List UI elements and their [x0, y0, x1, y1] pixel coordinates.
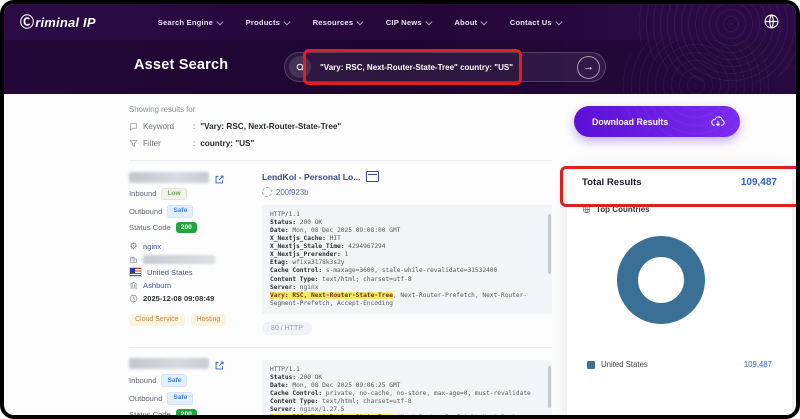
- clock-icon: [129, 294, 138, 303]
- city-bank-icon: [129, 281, 138, 290]
- showing-results-heading: Showing results for: [129, 105, 552, 114]
- outbound-badge: Safe: [167, 392, 193, 405]
- search-icon[interactable]: [289, 56, 311, 78]
- nav-item-cip-news[interactable]: CIP News: [386, 18, 431, 27]
- external-link-icon[interactable]: [214, 172, 225, 183]
- tag-hosting[interactable]: Hosting: [191, 314, 227, 326]
- favicon-hash-icon: [262, 187, 272, 197]
- outbound-label: Outbound: [129, 207, 162, 216]
- page-title: Asset Search: [134, 57, 228, 73]
- keyword-label: Keyword: [143, 122, 185, 131]
- nav-item-contact-us[interactable]: Contact Us: [510, 18, 561, 27]
- legend-item: United States 109,487: [582, 360, 777, 369]
- status-code-label: Status Code: [129, 223, 171, 232]
- result-1-summary: Inbound Low Outbound Safe Status Code 200 ⚙…: [129, 171, 262, 335]
- divider: [129, 347, 552, 348]
- inbound-badge: Safe: [161, 374, 187, 387]
- keyword-row: Keyword : "Vary: RSC, Next-Router-State-…: [129, 122, 552, 131]
- asset-search-bar[interactable]: "Vary: RSC, Next-Router-State-Tree" coun…: [284, 52, 606, 82]
- status-code-label: Status Code: [129, 410, 171, 419]
- top-countries-row: Top Countries: [582, 205, 777, 214]
- outbound-badge: Safe: [167, 205, 193, 218]
- http-banner-1: HTTP/1.1Status: 200 OKDate: Mon, 08 Dec …: [262, 205, 552, 314]
- criminal-ip-logo[interactable]: Ⓒ riminal IP: [20, 12, 96, 32]
- legend-country-value: 109,487: [744, 360, 772, 369]
- total-results-row: Total Results 109,487: [582, 177, 777, 188]
- legend-swatch: [587, 361, 595, 369]
- logo-text: riminal IP: [35, 15, 96, 30]
- top-countries-label: Top Countries: [596, 205, 650, 214]
- redacted-organization: [143, 255, 215, 264]
- filter-label: Filter: [143, 139, 185, 148]
- status-code-badge: 200: [176, 222, 197, 233]
- result-2-detail: HTTP/1.1Status: 200 OKDate: Mon, 08 Dec …: [262, 358, 552, 419]
- highlighted-vary-header: Vary: RSC, Next-Router-State-Tree: [270, 414, 393, 419]
- colon: :: [193, 122, 195, 131]
- nav-item-about[interactable]: About: [454, 18, 485, 27]
- country-name[interactable]: United States: [147, 268, 193, 277]
- server-name[interactable]: nginx: [143, 242, 161, 251]
- results-column: Showing results for Keyword : "Vary: RSC…: [129, 94, 552, 419]
- inbound-label: Inbound: [129, 376, 156, 385]
- logo-c-icon: Ⓒ: [20, 12, 34, 32]
- server-gear-icon: ⚙: [129, 242, 138, 251]
- inbound-badge: Low: [161, 188, 186, 201]
- highlighted-vary-header: Vary: RSC, Next-Router-State-Tree: [270, 292, 393, 299]
- nav-item-products[interactable]: Products: [246, 18, 289, 27]
- status-code-badge: 200: [176, 409, 197, 419]
- total-results-label: Total Results: [582, 177, 642, 188]
- total-results-card: Total Results 109,487 Top Countries Unit…: [567, 164, 792, 419]
- search-input[interactable]: "Vary: RSC, Next-Router-State-Tree" coun…: [320, 63, 577, 72]
- nav-menu: Search Engine Products Resources CIP News Ab…: [158, 18, 561, 27]
- asset-tags: Cloud Service Hosting: [129, 314, 262, 326]
- favicon-hash[interactable]: 200f923b: [276, 188, 309, 197]
- port-protocol-badge[interactable]: 80 / HTTP: [262, 322, 312, 335]
- chart-legend: United States 109,487: [582, 360, 777, 369]
- http-banner-2: HTTP/1.1Status: 200 OKDate: Mon, 08 Dec …: [262, 360, 552, 419]
- us-flag-icon: [129, 267, 142, 277]
- result-2-summary: InboundSafe OutboundSafe Status Code200 …: [129, 358, 262, 419]
- result-title-link[interactable]: LendKol - Personal Lo...: [262, 172, 360, 182]
- asset-search-header: Asset Search "Vary: RSC, Next-Router-Sta…: [4, 40, 796, 94]
- outbound-label: Outbound: [129, 394, 162, 403]
- top-countries-donut-chart: [617, 236, 705, 324]
- tag-cloud-service[interactable]: Cloud Service: [129, 314, 185, 326]
- city-name[interactable]: Ashburn: [143, 281, 171, 290]
- redacted-ip: [129, 358, 209, 369]
- colon: :: [193, 139, 195, 148]
- top-navigation: Ⓒ riminal IP Search Engine Products Resour…: [4, 4, 796, 40]
- filter-funnel-icon: [129, 139, 138, 148]
- result-1-detail: LendKol - Personal Lo... 200f923b HTTP/1…: [262, 171, 552, 335]
- nav-item-resources[interactable]: Resources: [313, 18, 362, 27]
- scan-timestamp: 2025-12-08 09:08:49: [143, 294, 214, 303]
- page-window-icon[interactable]: [366, 171, 379, 182]
- keyword-value: "Vary: RSC, Next-Router-State-Tree": [200, 122, 341, 131]
- keyword-bubble-icon: [129, 122, 138, 131]
- search-submit-button[interactable]: →: [577, 56, 600, 79]
- result-item-1: Inbound Low Outbound Safe Status Code 200 ⚙…: [129, 171, 552, 335]
- organization-icon: [129, 255, 138, 264]
- divider: [129, 160, 552, 161]
- globe-icon: [582, 205, 591, 214]
- external-link-icon[interactable]: [214, 358, 225, 369]
- legend-country-label: United States: [601, 360, 648, 369]
- nav-item-search-engine[interactable]: Search Engine: [158, 18, 222, 27]
- inbound-label: Inbound: [129, 189, 156, 198]
- language-globe-icon[interactable]: [763, 13, 780, 30]
- redacted-ip: [129, 172, 209, 183]
- screenshot-frame: Ⓒ riminal IP Search Engine Products Resour…: [0, 0, 800, 419]
- result-item-2: InboundSafe OutboundSafe Status Code200 …: [129, 358, 552, 419]
- total-results-value: 109,487: [741, 177, 777, 188]
- filter-row: Filter : country: "US": [129, 139, 552, 148]
- filter-value: country: "US": [200, 139, 254, 148]
